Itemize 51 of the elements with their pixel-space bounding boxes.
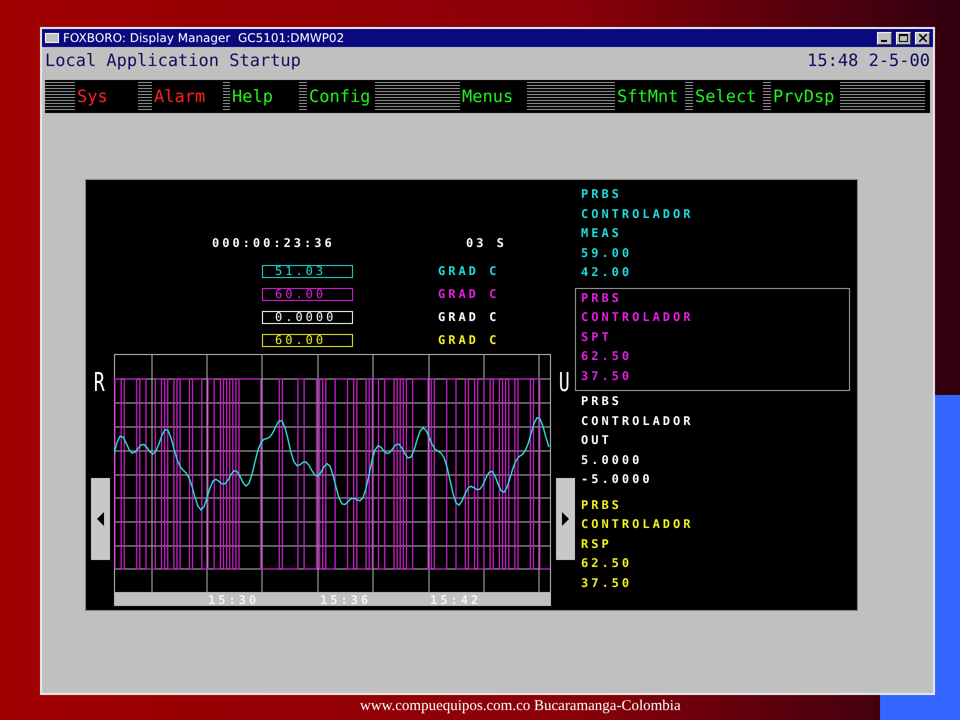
legend-text: CONTROLADOR <box>581 516 694 533</box>
legend-text: PRBS <box>581 186 623 203</box>
value-field: 0.0000 <box>262 310 353 324</box>
minimize-button[interactable] <box>877 32 892 44</box>
legend-text: 37.50 <box>581 368 634 384</box>
window-title: FOXBORO: Display Manager GC5101:DMWP02 <box>63 31 346 45</box>
unit-label: GRAD C <box>438 287 500 301</box>
close-icon <box>918 34 926 42</box>
clock: 15:48 2-5-00 <box>807 50 930 70</box>
scroll-left-button[interactable] <box>90 478 110 560</box>
pen-legend[interactable]: PRBS CONTROLADOR SPT 62.50 37.50 <box>575 288 850 391</box>
legend-text: PRBS <box>581 496 623 514</box>
value-field: 51.03 <box>262 264 353 278</box>
sample-period: 03 S <box>466 236 507 252</box>
legend-text: CONTROLADOR <box>581 412 694 430</box>
pen-legend[interactable]: PRBS CONTROLADOR RSP 62.50 37.50 <box>575 494 850 598</box>
unit-label: GRAD C <box>438 333 500 347</box>
legend-text: PRBS <box>581 290 623 306</box>
footer-text: www.compuequipos.com.co Bucaramanga-Colombia <box>360 698 681 715</box>
legend-text: CONTROLADOR <box>581 206 694 222</box>
right-triangle-icon <box>562 512 568 526</box>
legend-text: 5.0000 <box>581 452 644 468</box>
elapsed-time: 000:00:23:36 <box>212 236 336 252</box>
value-field: 60.00 <box>262 288 353 300</box>
legend-text: PRBS <box>581 393 623 410</box>
unit-label: GRAD C <box>438 264 500 278</box>
legend-text: 62.50 <box>581 555 634 572</box>
close-button[interactable] <box>915 32 930 44</box>
legend-text: 37.50 <box>581 574 634 592</box>
left-triangle-icon <box>96 512 104 526</box>
striped-separator <box>45 82 75 111</box>
legend-text: 42.00 <box>581 264 634 281</box>
scale-label: R <box>93 368 107 400</box>
legend-text: 62.50 <box>581 348 634 365</box>
legend-text: MEAS <box>581 225 623 242</box>
legend-text: SPT <box>581 328 613 346</box>
legend-text: OUT <box>581 432 613 449</box>
scroll-right-button[interactable] <box>556 478 574 560</box>
unit-label: GRAD C <box>438 310 500 324</box>
legend-text: RSP <box>581 536 613 552</box>
pen-legend[interactable]: PRBS CONTROLADOR MEAS 59.00 42.00 <box>575 184 850 288</box>
maximize-button[interactable] <box>896 32 911 44</box>
app-icon <box>45 33 59 43</box>
value-field: 60.00 <box>262 334 353 346</box>
maximize-icon <box>899 34 908 42</box>
legend-text: 59.00 <box>581 244 634 262</box>
legend-text: CONTROLADOR <box>581 309 694 326</box>
pen-legend[interactable]: PRBS CONTROLADOR OUT 5.0000 -5.0000 <box>575 391 850 494</box>
legend-text: -5.0000 <box>581 471 654 488</box>
screen-title: Local Application Startup <box>45 50 301 70</box>
scale-label: U <box>558 368 572 400</box>
